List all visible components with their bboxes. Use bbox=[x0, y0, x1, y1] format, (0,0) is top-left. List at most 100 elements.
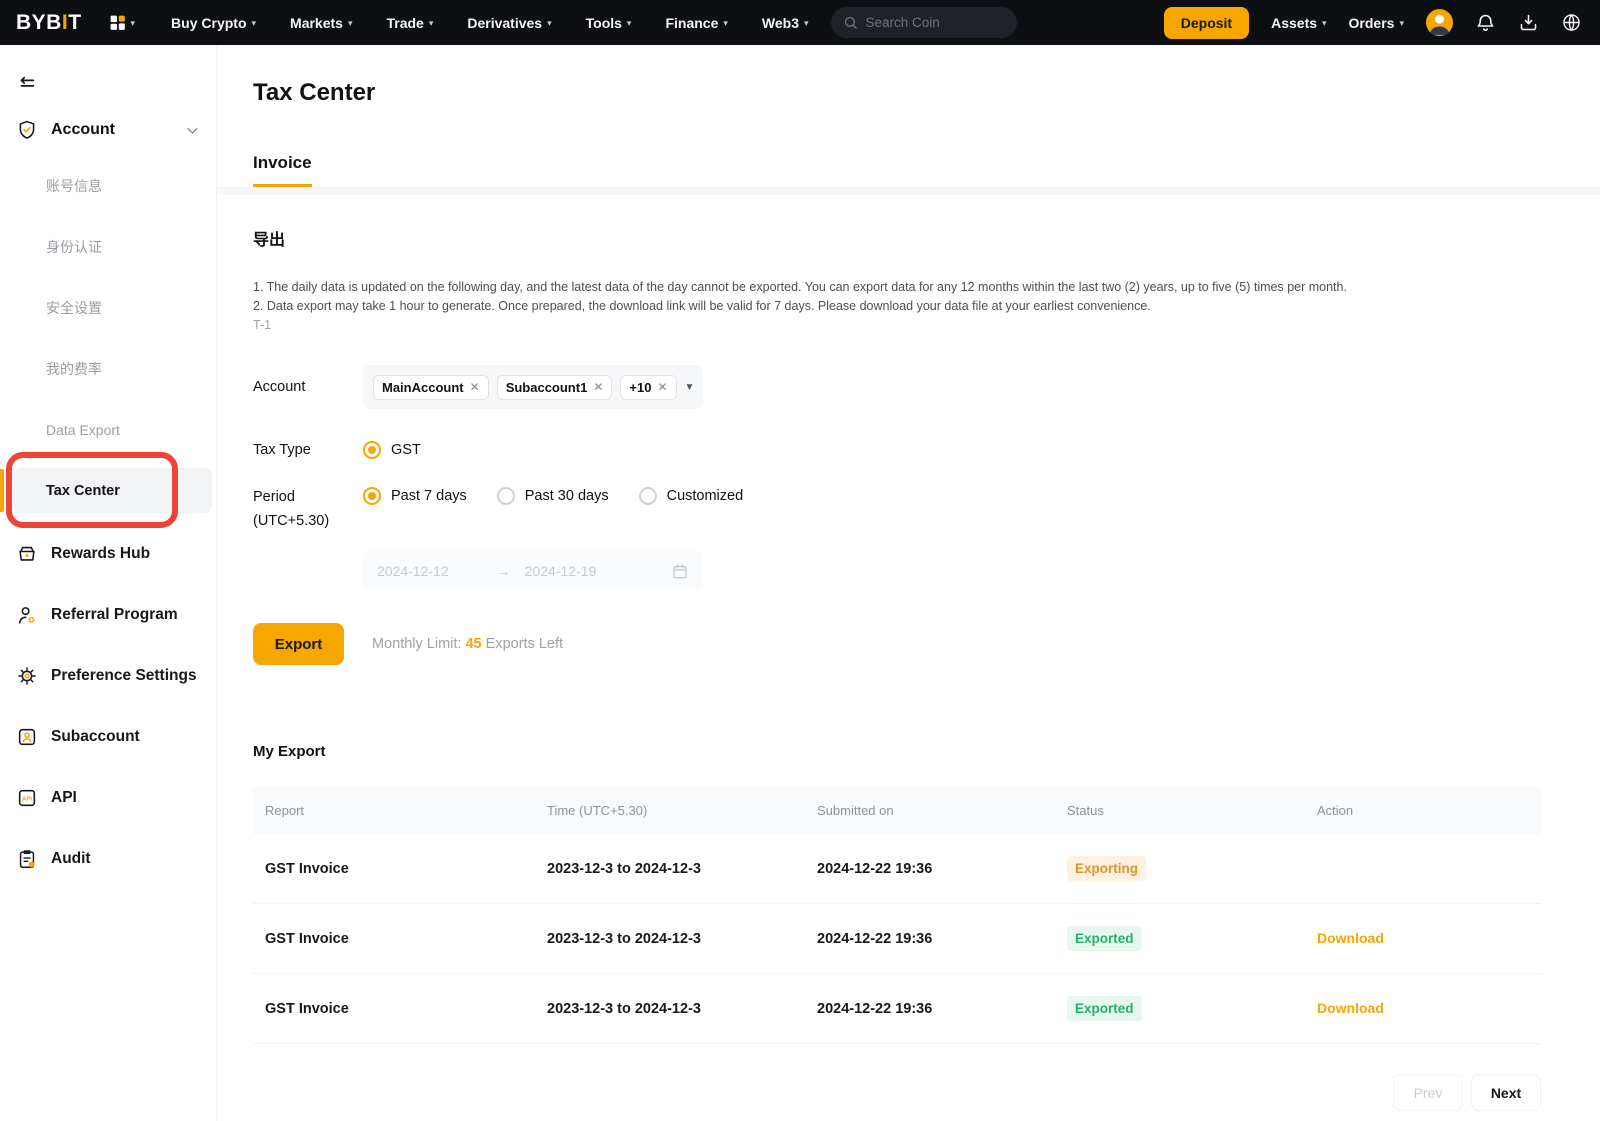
shield-check-icon bbox=[16, 119, 38, 141]
sidebar-item-referral-program[interactable]: Referral Program bbox=[0, 584, 216, 645]
date-range-picker[interactable]: 2024-12-12 → 2024-12-19 bbox=[363, 551, 703, 591]
sidebar-item-account-info[interactable]: 账号信息 bbox=[0, 155, 216, 216]
remove-chip-icon[interactable]: ✕ bbox=[470, 380, 480, 394]
date-from-value: 2024-12-12 bbox=[377, 563, 449, 579]
collapse-sidebar-icon[interactable] bbox=[16, 73, 38, 95]
grid-icon bbox=[108, 13, 127, 32]
tab-bar-divider bbox=[217, 187, 1600, 195]
active-indicator-bar bbox=[0, 469, 4, 512]
sidebar-item-rewards-hub[interactable]: Rewards Hub bbox=[0, 523, 216, 584]
sidebar-item-identity-verification[interactable]: 身份认证 bbox=[0, 216, 216, 277]
export-button[interactable]: Export bbox=[253, 623, 344, 665]
status-badge: Exported bbox=[1067, 996, 1142, 1021]
sidebar-item-tax-center[interactable]: Tax Center bbox=[0, 460, 216, 521]
caret-down-icon: ▾ bbox=[1399, 18, 1404, 29]
monthly-limit-text: Monthly Limit: 45 Exports Left bbox=[372, 636, 563, 652]
nav-tools[interactable]: Tools▾ bbox=[586, 15, 632, 31]
arrow-right-icon: → bbox=[497, 563, 511, 579]
user-avatar[interactable] bbox=[1426, 9, 1453, 36]
prev-page-button[interactable]: Prev bbox=[1393, 1074, 1463, 1111]
sidebar-item-my-fee-rates[interactable]: 我的费率 bbox=[0, 338, 216, 399]
table-header-row: Report Time (UTC+5.30) Submitted on Stat… bbox=[253, 787, 1541, 834]
svg-text:API: API bbox=[22, 796, 32, 802]
nav-markets[interactable]: Markets▾ bbox=[290, 15, 352, 31]
calendar-icon bbox=[671, 562, 689, 580]
bybit-logo[interactable]: BYBIT bbox=[16, 11, 82, 35]
status-badge: Exported bbox=[1067, 926, 1142, 951]
table-row: GST Invoice 2023-12-3 to 2024-12-3 2024-… bbox=[253, 974, 1541, 1044]
tax-type-field-label: Tax Type bbox=[253, 442, 363, 458]
radio-gst[interactable]: GST bbox=[363, 441, 421, 459]
coin-search-box[interactable] bbox=[831, 7, 1017, 38]
export-note-2: 2. Data export may take 1 hour to genera… bbox=[253, 297, 1541, 316]
main-menu: Buy Crypto▾ Markets▾ Trade▾ Derivatives▾… bbox=[171, 15, 808, 31]
account-multi-select[interactable]: MainAccount✕ Subaccount1✕ +10✕ ▼ bbox=[363, 365, 703, 409]
notifications-bell-icon[interactable] bbox=[1475, 12, 1496, 33]
radio-unselected-icon[interactable] bbox=[639, 487, 657, 505]
search-icon bbox=[843, 15, 858, 30]
status-badge: Exporting bbox=[1067, 856, 1146, 881]
rewards-icon bbox=[16, 543, 38, 565]
person-icon bbox=[1426, 9, 1453, 36]
period-field-label: Period (UTC+5.30) bbox=[253, 485, 363, 533]
radio-past-7-days[interactable]: Past 7 days bbox=[363, 487, 467, 505]
tab-bar: Invoice bbox=[253, 153, 1541, 187]
time-cell: 2023-12-3 to 2024-12-3 bbox=[547, 1001, 817, 1017]
chip-subaccount1[interactable]: Subaccount1✕ bbox=[497, 375, 613, 400]
apps-grid-button[interactable]: ▾ bbox=[108, 13, 136, 32]
orders-menu[interactable]: Orders▾ bbox=[1349, 15, 1404, 31]
sidebar-item-security-settings[interactable]: 安全设置 bbox=[0, 277, 216, 338]
radio-selected-icon[interactable] bbox=[363, 441, 381, 459]
download-link[interactable]: Download bbox=[1317, 1000, 1384, 1016]
sidebar-item-preference-settings[interactable]: Preference Settings bbox=[0, 645, 216, 706]
export-note-1: 1. The daily data is updated on the foll… bbox=[253, 278, 1541, 297]
radio-customized[interactable]: Customized bbox=[639, 487, 744, 505]
tab-invoice[interactable]: Invoice bbox=[253, 153, 312, 187]
remove-chip-icon[interactable]: ✕ bbox=[657, 380, 667, 394]
sidebar-item-account[interactable]: Account bbox=[16, 119, 200, 141]
chevron-down-icon bbox=[185, 123, 200, 138]
column-report: Report bbox=[265, 803, 547, 818]
dropdown-arrow-icon[interactable]: ▼ bbox=[685, 382, 695, 393]
my-export-title: My Export bbox=[253, 743, 1541, 760]
export-history-table: Report Time (UTC+5.30) Submitted on Stat… bbox=[253, 787, 1541, 1044]
caret-down-icon: ▾ bbox=[804, 18, 809, 29]
account-submenu: 账号信息 身份认证 安全设置 我的费率 Data Export Tax Cent… bbox=[0, 155, 216, 521]
caret-down-icon: ▾ bbox=[252, 18, 257, 29]
radio-unselected-icon[interactable] bbox=[497, 487, 515, 505]
subaccount-icon bbox=[16, 726, 38, 748]
language-globe-icon[interactable] bbox=[1561, 12, 1582, 33]
sidebar-item-audit[interactable]: Audit bbox=[0, 828, 216, 889]
nav-derivatives[interactable]: Derivatives▾ bbox=[467, 15, 551, 31]
limit-value: 45 bbox=[465, 636, 481, 652]
top-navigation-bar: BYBIT ▾ Buy Crypto▾ Markets▾ Trade▾ Deri… bbox=[0, 0, 1600, 45]
next-page-button[interactable]: Next bbox=[1471, 1074, 1541, 1111]
column-time: Time (UTC+5.30) bbox=[547, 803, 817, 818]
radio-selected-icon[interactable] bbox=[363, 487, 381, 505]
nav-web3[interactable]: Web3▾ bbox=[762, 15, 809, 31]
chip-more-accounts[interactable]: +10✕ bbox=[620, 375, 676, 400]
submitted-cell: 2024-12-22 19:36 bbox=[817, 861, 1067, 877]
column-submitted-on: Submitted on bbox=[817, 803, 1067, 818]
assets-menu[interactable]: Assets▾ bbox=[1271, 15, 1326, 31]
deposit-button[interactable]: Deposit bbox=[1164, 7, 1249, 39]
radio-past-30-days[interactable]: Past 30 days bbox=[497, 487, 609, 505]
remove-chip-icon[interactable]: ✕ bbox=[593, 380, 603, 394]
nav-finance[interactable]: Finance▾ bbox=[665, 15, 727, 31]
nav-buy-crypto[interactable]: Buy Crypto▾ bbox=[171, 15, 256, 31]
downloads-icon[interactable] bbox=[1518, 12, 1539, 33]
time-cell: 2023-12-3 to 2024-12-3 bbox=[547, 931, 817, 947]
export-section-heading: 导出 bbox=[253, 226, 1541, 250]
search-input[interactable] bbox=[866, 15, 986, 30]
download-link[interactable]: Download bbox=[1317, 930, 1384, 946]
sidebar-item-api[interactable]: API API bbox=[0, 767, 216, 828]
date-to-value: 2024-12-19 bbox=[525, 563, 597, 579]
api-icon: API bbox=[16, 787, 38, 809]
sidebar: Account 账号信息 身份认证 安全设置 我的费率 Data Export … bbox=[0, 45, 217, 1121]
nav-trade[interactable]: Trade▾ bbox=[386, 15, 433, 31]
time-cell: 2023-12-3 to 2024-12-3 bbox=[547, 861, 817, 877]
chip-main-account[interactable]: MainAccount✕ bbox=[373, 375, 489, 400]
report-cell: GST Invoice bbox=[265, 861, 547, 877]
sidebar-item-subaccount[interactable]: Subaccount bbox=[0, 706, 216, 767]
sidebar-item-data-export[interactable]: Data Export bbox=[0, 399, 216, 460]
